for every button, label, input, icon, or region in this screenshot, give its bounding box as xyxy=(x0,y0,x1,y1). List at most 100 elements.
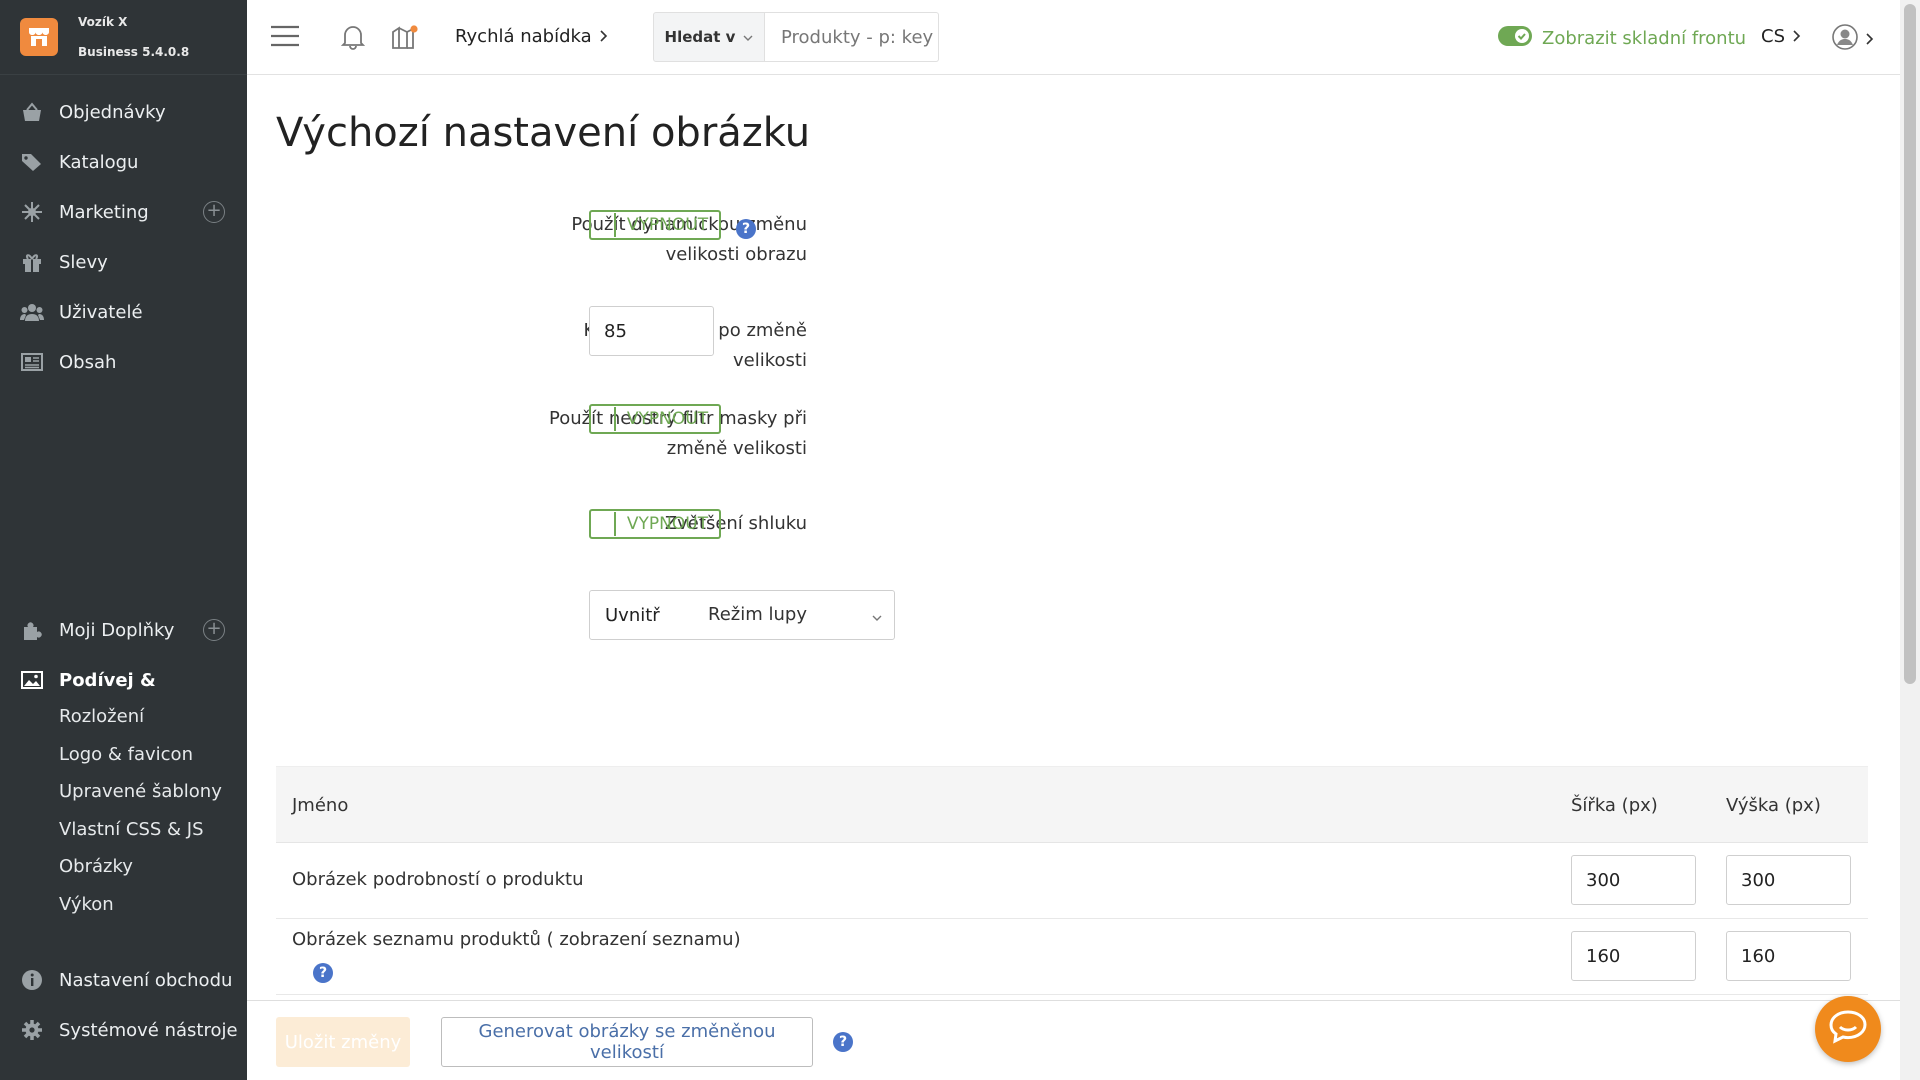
top-bar: Rychlá nabídka Hledat v Zobrazit skladní… xyxy=(247,0,1900,75)
sidebar-subitem-images[interactable]: Obrázky xyxy=(59,849,133,885)
cluster-zoom-toggle[interactable]: VYPNOUT xyxy=(589,509,721,539)
toggle-knob xyxy=(591,213,616,237)
sidebar-item-addons[interactable]: Moji Doplňky + xyxy=(0,610,247,650)
sidebar-subitem-logo[interactable]: Logo & favicon xyxy=(59,737,193,773)
page-scrollbar[interactable] xyxy=(1900,0,1920,1080)
sidebar-item-design[interactable]: Podívej & xyxy=(0,660,247,700)
chevron-right-icon xyxy=(1793,26,1801,47)
action-bar: Uložit změny Generovat obrázky se změněn… xyxy=(247,1000,1900,1080)
sidebar-subitem-custom-css[interactable]: Vlastní CSS & JS xyxy=(59,812,204,848)
sidebar-item-label: Podívej & xyxy=(59,669,156,691)
sidebar-item-marketing[interactable]: Marketing + xyxy=(0,192,247,232)
height-input[interactable] xyxy=(1726,855,1851,905)
sidebar: Vozík X Business 5.4.0.8 Objednávky Kata… xyxy=(0,0,247,1080)
sidebar-item-label: Nastavení obchodu xyxy=(59,969,233,991)
row-name: Obrázek seznamu produktů ( zobrazení sez… xyxy=(292,929,741,950)
brand[interactable]: Vozík X Business 5.4.0.8 xyxy=(0,0,247,75)
help-icon[interactable]: ? xyxy=(313,963,333,983)
sidebar-subitem-layout[interactable]: Rozložení xyxy=(59,699,144,735)
scrollbar-thumb[interactable] xyxy=(1904,4,1916,684)
tags-icon xyxy=(20,150,44,174)
gear-icon xyxy=(20,1018,44,1042)
table-header: Jméno Šířka (px) Výška (px) xyxy=(276,766,1868,843)
search-input[interactable] xyxy=(765,12,939,62)
save-button[interactable]: Uložit změny xyxy=(276,1017,410,1067)
storefront-toggle-label: Zobrazit skladní frontu xyxy=(1542,28,1747,49)
chevron-down-icon xyxy=(743,28,753,46)
column-header-height: Výška (px) xyxy=(1726,795,1821,816)
sidebar-item-content[interactable]: Obsah xyxy=(0,342,247,382)
sidebar-item-catalog[interactable]: Katalogu xyxy=(0,142,247,182)
language-label: CS xyxy=(1761,26,1785,47)
sidebar-item-label: Systémové nástroje xyxy=(59,1019,238,1041)
gift-icon xyxy=(20,250,44,274)
sidebar-item-system-tools[interactable]: Systémové nástroje xyxy=(0,1010,247,1050)
toggle-knob xyxy=(591,512,616,536)
cart-icon xyxy=(20,100,44,124)
zoom-mode-select[interactable]: Uvnitř xyxy=(589,590,895,640)
sidebar-item-label: Slevy xyxy=(59,251,108,273)
sidebar-item-label: Uživatelé xyxy=(59,301,143,323)
sidebar-item-discounts[interactable]: Slevy xyxy=(0,242,247,282)
quick-menu[interactable]: Rychlá nabídka xyxy=(455,26,608,47)
brand-version: Business 5.4.0.8 xyxy=(78,45,190,59)
toggle-state-label: VYPNOUT xyxy=(626,514,709,534)
page-title: Výchozí nastavení obrázku xyxy=(276,110,811,156)
sidebar-item-label: Moji Doplňky xyxy=(59,619,175,641)
store-logo-icon xyxy=(20,18,58,56)
chevron-right-icon xyxy=(600,26,608,47)
toggle-knob xyxy=(591,407,616,431)
user-menu[interactable] xyxy=(1832,24,1874,54)
zoom-mode-value: Uvnitř xyxy=(605,604,660,626)
add-marketing-icon[interactable]: + xyxy=(203,201,225,223)
newspaper-icon xyxy=(20,350,44,374)
chat-icon xyxy=(1828,1009,1868,1049)
width-input[interactable] xyxy=(1571,855,1696,905)
sidebar-item-users[interactable]: Uživatelé xyxy=(0,292,247,332)
quality-input[interactable] xyxy=(589,306,714,356)
bell-icon[interactable] xyxy=(341,24,365,50)
sidebar-item-label: Obsah xyxy=(59,351,117,373)
users-icon xyxy=(20,300,44,324)
column-header-name: Jméno xyxy=(292,795,349,816)
sidebar-subitem-performance[interactable]: Výkon xyxy=(59,887,114,923)
dynamic-resize-toggle[interactable]: VYPNOUT xyxy=(589,210,721,240)
brand-name: Vozík X xyxy=(78,15,128,29)
help-icon[interactable]: ? xyxy=(833,1032,853,1052)
chevron-right-icon xyxy=(1866,30,1874,49)
table-row: Obrázek seznamu produktů ( zobrazení sez… xyxy=(276,919,1868,995)
help-icon[interactable]: ? xyxy=(736,219,756,239)
search-scope-label: Hledat v xyxy=(664,28,736,46)
image-icon xyxy=(20,668,44,692)
chat-support-button[interactable] xyxy=(1815,996,1881,1062)
marketplace-notification-icon[interactable] xyxy=(391,24,419,50)
image-sizes-table: Jméno Šířka (px) Výška (px) Obrázek podr… xyxy=(276,766,1868,995)
height-input[interactable] xyxy=(1726,931,1851,981)
sidebar-item-orders[interactable]: Objednávky xyxy=(0,92,247,132)
sidebar-item-label: Marketing xyxy=(59,201,149,223)
column-header-width: Šířka (px) xyxy=(1571,795,1658,816)
sidebar-item-label: Katalogu xyxy=(59,151,139,173)
sidebar-item-label: Objednávky xyxy=(59,101,166,123)
language-selector[interactable]: CS xyxy=(1761,26,1801,47)
user-avatar-icon xyxy=(1832,24,1858,54)
toggle-on-icon xyxy=(1498,26,1532,51)
table-row: Obrázek podrobností o produktu xyxy=(276,843,1868,919)
chevron-down-icon xyxy=(872,606,882,627)
quick-menu-label: Rychlá nabídka xyxy=(455,26,592,47)
sidebar-item-store-settings[interactable]: Nastavení obchodu xyxy=(0,960,247,1000)
add-addon-icon[interactable]: + xyxy=(203,619,225,641)
unsharp-mask-toggle[interactable]: VYPNOUT xyxy=(589,404,721,434)
network-icon xyxy=(20,200,44,224)
toggle-state-label: VYPNOUT xyxy=(626,409,709,429)
width-input[interactable] xyxy=(1571,931,1696,981)
sidebar-subitem-templates[interactable]: Upravené šablony xyxy=(59,774,222,810)
toggle-state-label: VYPNOUT xyxy=(626,215,709,235)
row-name: Obrázek podrobností o produktu xyxy=(292,869,584,890)
hamburger-menu-icon[interactable] xyxy=(271,24,299,48)
info-icon xyxy=(20,968,44,992)
puzzle-icon xyxy=(20,618,44,642)
generate-resized-images-button[interactable]: Generovat obrázky se změněnou velikostí xyxy=(441,1017,813,1067)
search-scope-dropdown[interactable]: Hledat v xyxy=(653,12,765,62)
storefront-toggle[interactable]: Zobrazit skladní frontu xyxy=(1498,26,1746,51)
